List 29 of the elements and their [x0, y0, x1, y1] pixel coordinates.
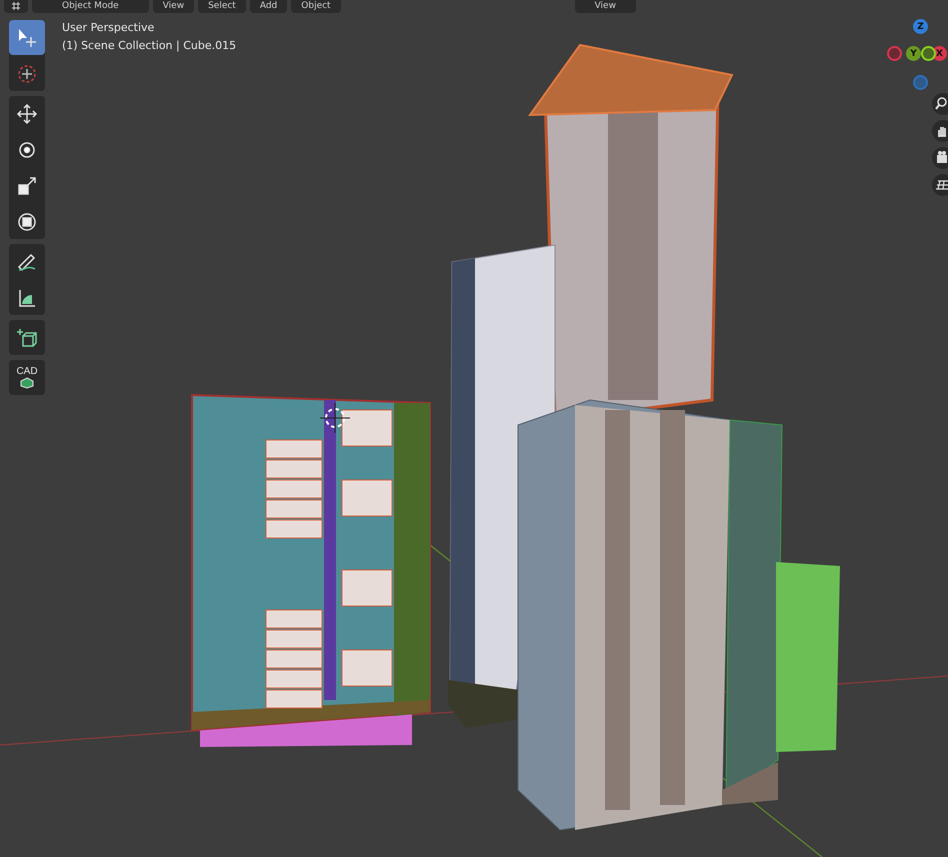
cube-icon — [19, 376, 35, 388]
3d-cursor-icon — [320, 402, 350, 434]
hand-icon[interactable] — [932, 120, 948, 142]
grid-icon[interactable] — [932, 174, 948, 196]
tool-button[interactable]: CAD — [9, 360, 45, 395]
cursor-tool-icon — [16, 62, 38, 84]
scale-tool-icon — [16, 174, 38, 196]
scene-info: (1) Scene Collection | Cube.015 — [62, 38, 236, 53]
axis-handle[interactable]: Y — [906, 46, 921, 61]
header-menu[interactable]: Select — [198, 0, 246, 13]
grid-icon — [10, 1, 22, 11]
select-tool-icon — [16, 26, 38, 48]
move-tool-icon — [16, 102, 38, 124]
header-menu[interactable]: Object — [291, 0, 341, 13]
axis-handle[interactable]: Z — [913, 19, 928, 34]
header-menu[interactable]: View — [152, 0, 194, 13]
view-dropdown[interactable]: View — [574, 0, 636, 13]
zoom-icon[interactable] — [932, 93, 948, 115]
header-menu[interactable]: Add — [250, 0, 288, 13]
axis-handle[interactable] — [887, 46, 902, 61]
camera-icon[interactable] — [932, 147, 948, 169]
mode-dropdown[interactable]: Object Mode — [32, 0, 149, 13]
editor-type-dropdown[interactable] — [4, 0, 28, 13]
tool-button[interactable] — [9, 320, 45, 355]
transform-tool-icon — [16, 210, 38, 232]
axis-handle[interactable] — [921, 46, 936, 61]
viewport-title: User Perspective — [62, 20, 156, 35]
axis-handle[interactable] — [913, 75, 928, 90]
add-cube-icon — [16, 326, 38, 348]
